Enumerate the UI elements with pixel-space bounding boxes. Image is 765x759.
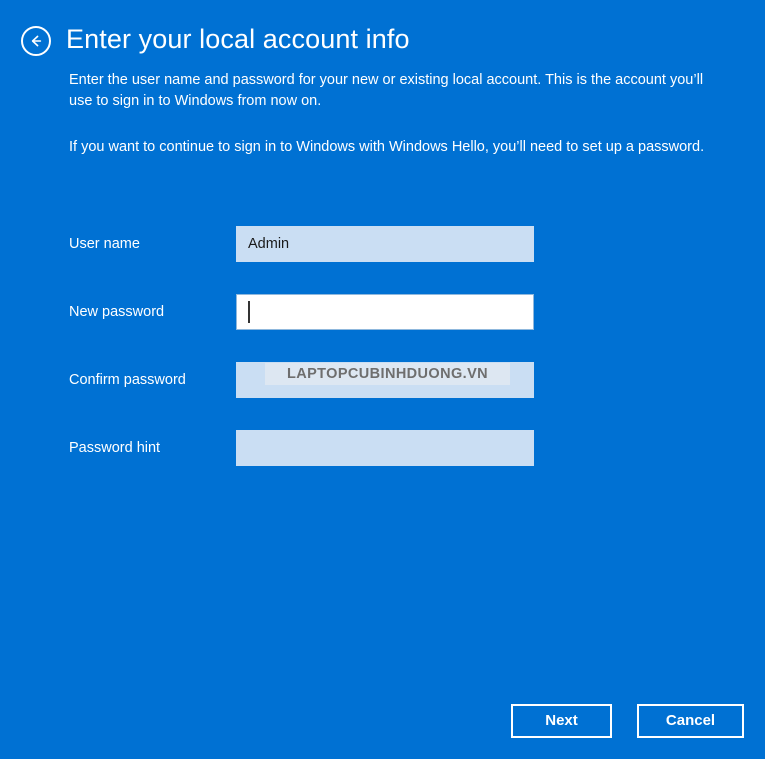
intro-text: Enter the user name and password for you… <box>69 70 709 158</box>
footer-buttons: Next Cancel <box>0 704 765 738</box>
local-account-setup-page: Enter your local account info Enter the … <box>0 0 765 759</box>
next-button[interactable]: Next <box>511 704 612 738</box>
account-form: User name New password Confirm password … <box>0 226 765 498</box>
page-header: Enter your local account info <box>0 0 765 62</box>
confirm-password-input[interactable] <box>236 362 534 398</box>
password-hint-input[interactable] <box>236 430 534 466</box>
text-caret <box>248 301 250 323</box>
back-arrow-icon <box>28 33 44 49</box>
intro-paragraph-1: Enter the user name and password for you… <box>69 72 704 109</box>
label-new-password: New password <box>69 304 165 320</box>
page-title: Enter your local account info <box>66 24 410 54</box>
intro-paragraph-2: If you want to continue to sign in to Wi… <box>69 139 705 155</box>
label-password-hint: Password hint <box>69 440 161 456</box>
field-row-new-password: New password <box>0 294 765 330</box>
field-row-confirm-password: Confirm password <box>0 362 765 398</box>
label-confirm-password: Confirm password <box>69 372 186 388</box>
label-user-name: User name <box>69 236 140 252</box>
field-row-user-name: User name <box>0 226 765 262</box>
field-row-password-hint: Password hint <box>0 430 765 466</box>
new-password-input[interactable] <box>236 294 534 330</box>
cancel-button[interactable]: Cancel <box>637 704 744 738</box>
back-button[interactable] <box>21 26 51 56</box>
user-name-input[interactable] <box>236 226 534 262</box>
